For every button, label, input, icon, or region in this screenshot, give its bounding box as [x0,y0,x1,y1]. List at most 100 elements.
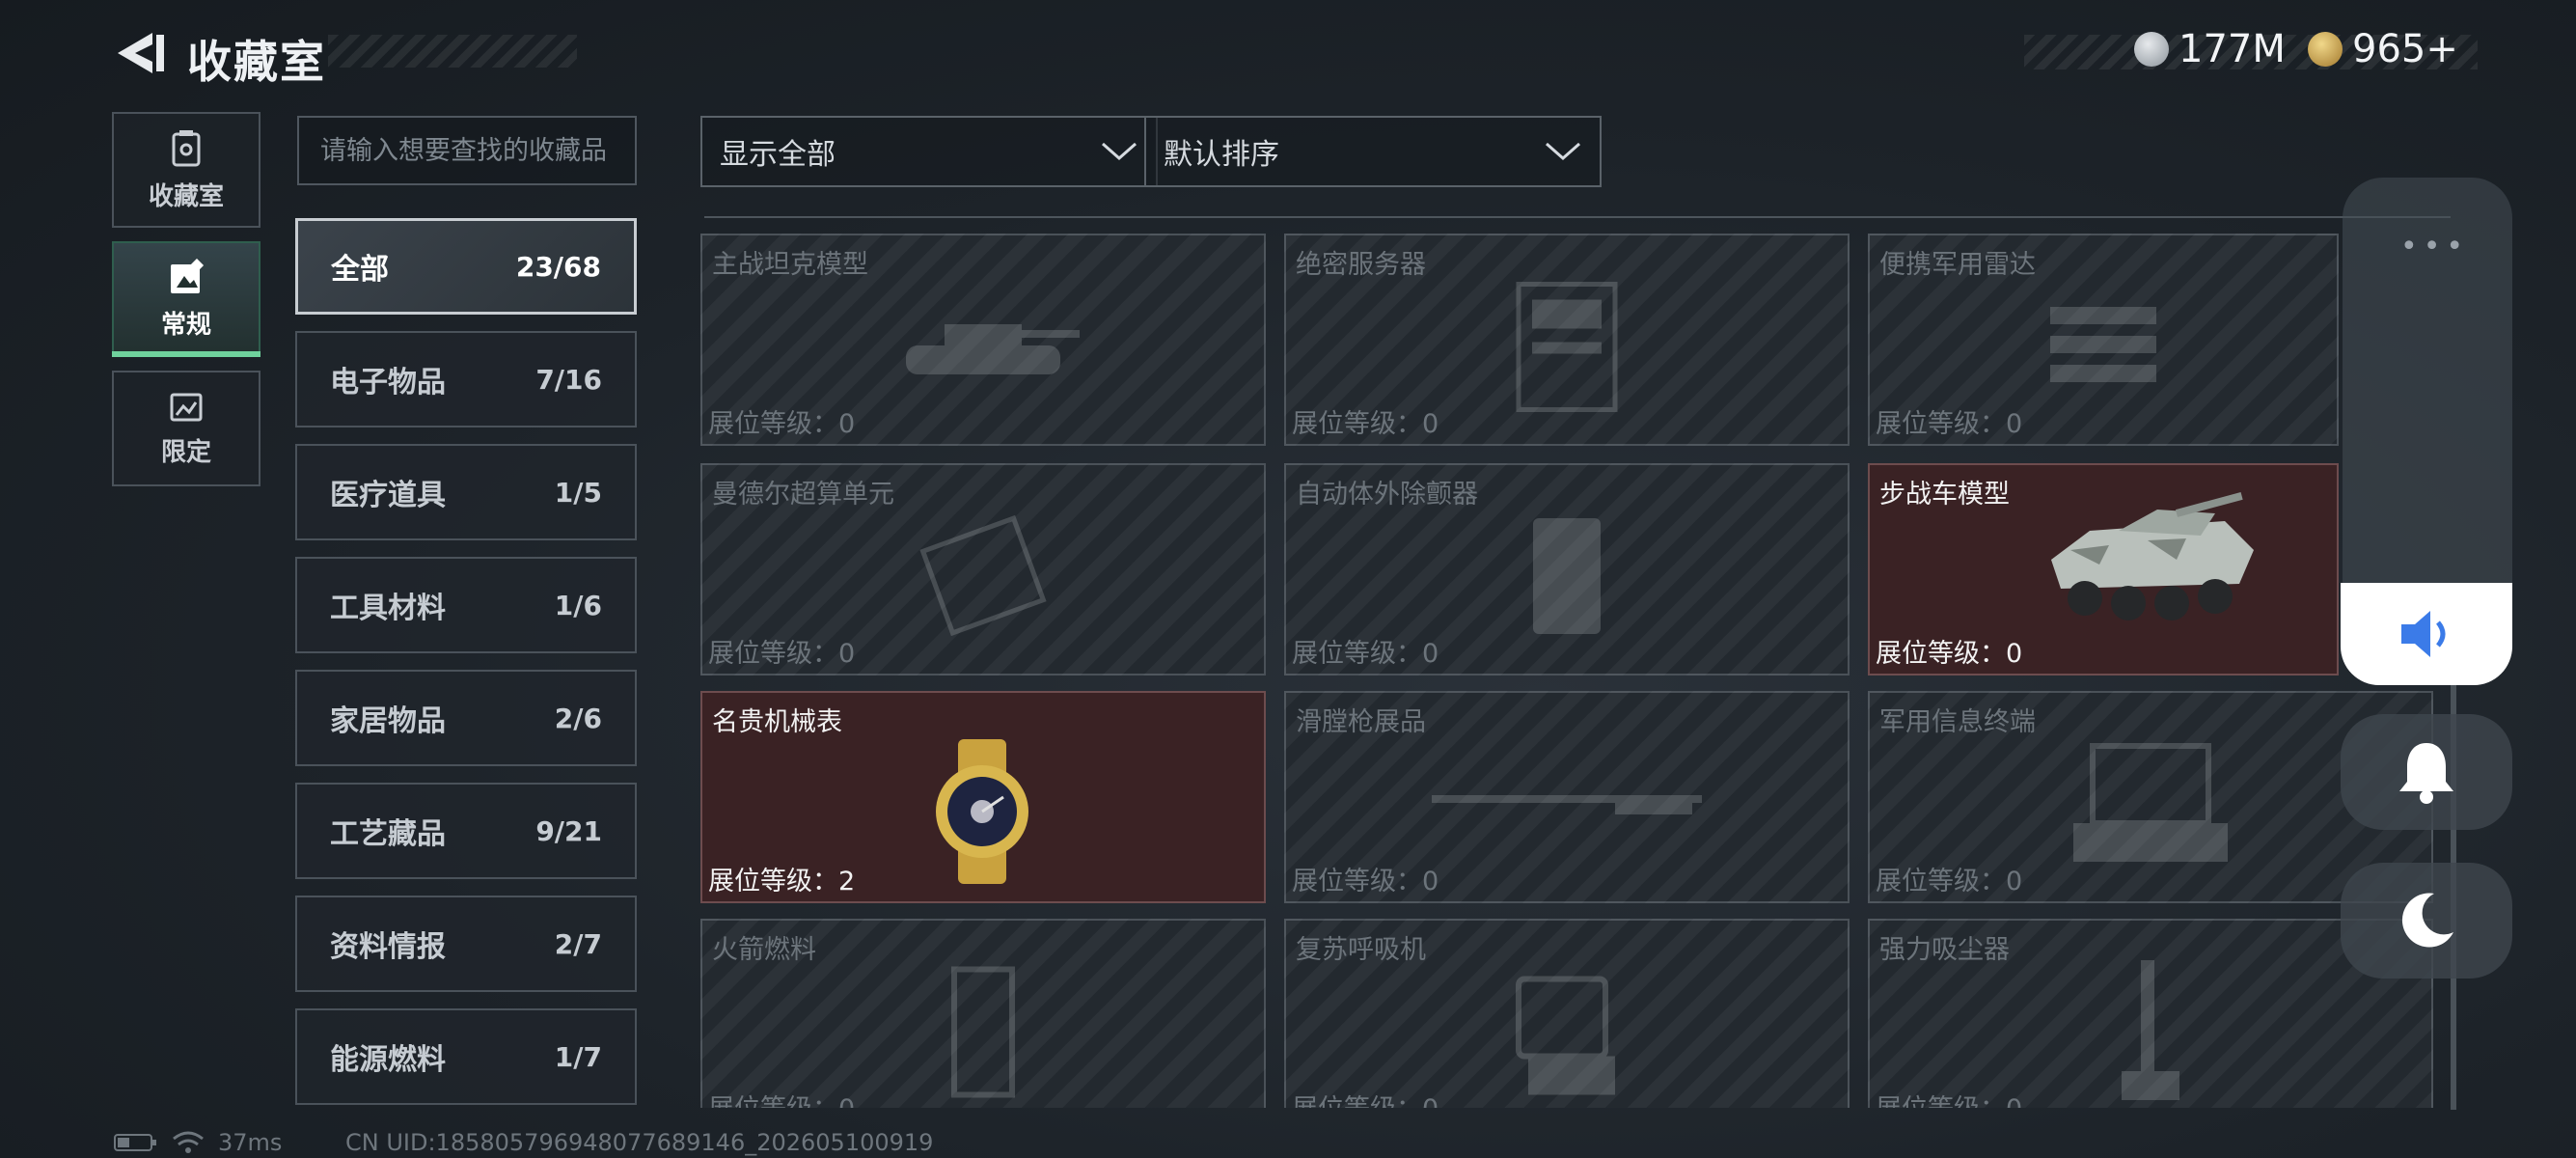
side-tab-label: 限定 [160,437,211,467]
currency-hafu-coin: 177M [2134,27,2286,71]
category-name: 全部 [331,253,389,287]
collection-item-card[interactable]: 滑膛枪展品 展位等级：0 [1284,691,1850,903]
category-all[interactable]: 全部 23/68 [295,218,637,315]
grid-row-clip: 火箭燃料 展位等级：0 复苏呼吸机 展位等级：0 强力吸尘器 展位等级：0 [700,919,2437,1108]
currency-1-amount: 177M [2179,27,2286,71]
gold-coin-icon [2308,32,2343,67]
category-count: 23/68 [515,250,601,283]
notification-button[interactable] [2341,714,2512,830]
grid-top-divider [704,216,2451,218]
sort-dropdown[interactable]: 默认排序 [1144,116,1602,187]
category-medical[interactable]: 医疗道具 1/5 [295,444,637,540]
item-name: 曼德尔超算单元 [712,480,894,510]
ifv-model-icon [2051,492,2254,620]
category-name: 工具材料 [330,592,446,625]
volume-button[interactable] [2341,583,2512,685]
item-name: 绝密服务器 [1296,250,1426,280]
collection-item-card[interactable]: 曼德尔超算单元 展位等级：0 [700,463,1266,676]
category-count: 1/5 [554,476,602,509]
category-intel[interactable]: 资料情报 2/7 [295,896,637,992]
sort-value: 默认排序 [1164,138,1279,172]
category-electronics[interactable]: 电子物品 7/16 [295,331,637,427]
item-level: 展位等级：0 [708,639,856,669]
collection-item-card[interactable]: 复苏呼吸机 展位等级：0 [1284,919,1850,1108]
currency-gold-coin: 965+ [2308,27,2458,71]
item-level: 展位等级：0 [1292,639,1439,669]
ping-value: 37ms [218,1129,283,1156]
back-arrow-icon [118,33,164,73]
collection-item-card-owned[interactable]: 名贵机械表 展位等级：2 [700,691,1266,903]
moon-icon [2401,893,2453,948]
side-tab-regular[interactable]: 常规 [112,241,260,357]
item-name: 军用信息终端 [1879,707,2036,737]
active-tab-underline [112,351,260,357]
item-name: 火箭燃料 [712,935,816,965]
ventilator-icon [1516,976,1615,1095]
item-level: 展位等级：0 [1876,1088,2022,1108]
collection-item-card[interactable]: 主战坦克模型 展位等级：0 [700,234,1266,446]
display-filter-dropdown[interactable]: 显示全部 [700,116,1158,187]
category-crafts[interactable]: 工艺藏品 9/21 [295,783,637,879]
category-name: 资料情报 [330,930,446,964]
category-energy[interactable]: 能源燃料 1/7 [295,1008,637,1105]
item-name: 复苏呼吸机 [1296,935,1426,965]
battery-icon [114,1134,156,1151]
category-name: 工艺藏品 [330,817,446,851]
collection-item-card[interactable]: 自动体外除颤器 展位等级：0 [1284,463,1850,676]
do-not-disturb-button[interactable] [2341,863,2512,979]
regular-icon [171,258,205,293]
category-count: 7/16 [535,363,602,396]
item-name: 强力吸尘器 [1879,935,2010,965]
category-name: 家居物品 [330,704,446,738]
page-title: 收藏室 [187,36,326,88]
collection-item-card-owned[interactable]: 步战车模型 展位等级：0 [1868,463,2339,676]
chevron-down-icon [1102,142,1137,161]
tank-model-icon [906,324,1080,374]
item-level: 展位等级：2 [708,867,856,896]
item-name: 滑膛枪展品 [1296,707,1426,737]
item-level: 展位等级：0 [1876,409,2023,439]
speaker-icon [2401,611,2446,657]
luxury-watch-icon [936,739,1028,884]
collection-item-card[interactable]: 火箭燃料 展位等级：0 [700,919,1266,1108]
item-level: 展位等级：0 [1876,639,2023,669]
collection-search-input[interactable] [297,116,637,185]
item-level: 展位等级：0 [708,1088,855,1108]
musket-icon [1432,795,1702,814]
category-count: 1/7 [554,1040,602,1073]
defibrillator-icon [1533,518,1601,634]
item-level: 展位等级：0 [1292,409,1439,439]
item-name: 主战坦克模型 [712,250,868,280]
more-options-icon[interactable]: ••• [2400,230,2469,263]
side-tab-limited[interactable]: 限定 [112,371,260,486]
collection-item-card[interactable]: 绝密服务器 展位等级：0 [1284,234,1850,446]
user-uid: CN UID:185805796948077689146_20260510091… [345,1129,934,1156]
category-count: 2/7 [554,927,602,960]
category-count: 1/6 [554,589,602,621]
collection-item-card[interactable]: 便携军用雷达 展位等级：0 [1868,234,2339,446]
collection-icon [172,129,201,166]
back-button[interactable] [114,29,170,77]
category-name: 能源燃料 [330,1043,446,1077]
military-terminal-icon [2073,743,2228,862]
display-filter-value: 显示全部 [720,138,836,172]
silver-coin-icon [2134,32,2169,67]
title-strip-decoration [328,35,577,68]
category-household[interactable]: 家居物品 2/6 [295,670,637,766]
item-level: 展位等级：0 [1876,867,2023,896]
side-tab-label: 常规 [160,310,211,340]
radar-icon [2050,307,2156,382]
item-level: 展位等级：0 [1292,867,1439,896]
server-icon [1516,282,1618,412]
vacuum-cleaner-icon [2122,960,2179,1100]
currency-2-amount: 965+ [2352,27,2458,71]
bell-icon [2399,743,2453,804]
limited-icon [170,393,203,421]
item-name: 步战车模型 [1879,480,2010,510]
category-count: 2/6 [554,702,602,734]
side-tab-label: 收藏室 [148,181,224,211]
item-level: 展位等级：0 [708,409,856,439]
category-tools[interactable]: 工具材料 1/6 [295,557,637,653]
side-tab-collection[interactable]: 收藏室 [112,112,260,228]
item-name: 便携军用雷达 [1879,250,2036,280]
